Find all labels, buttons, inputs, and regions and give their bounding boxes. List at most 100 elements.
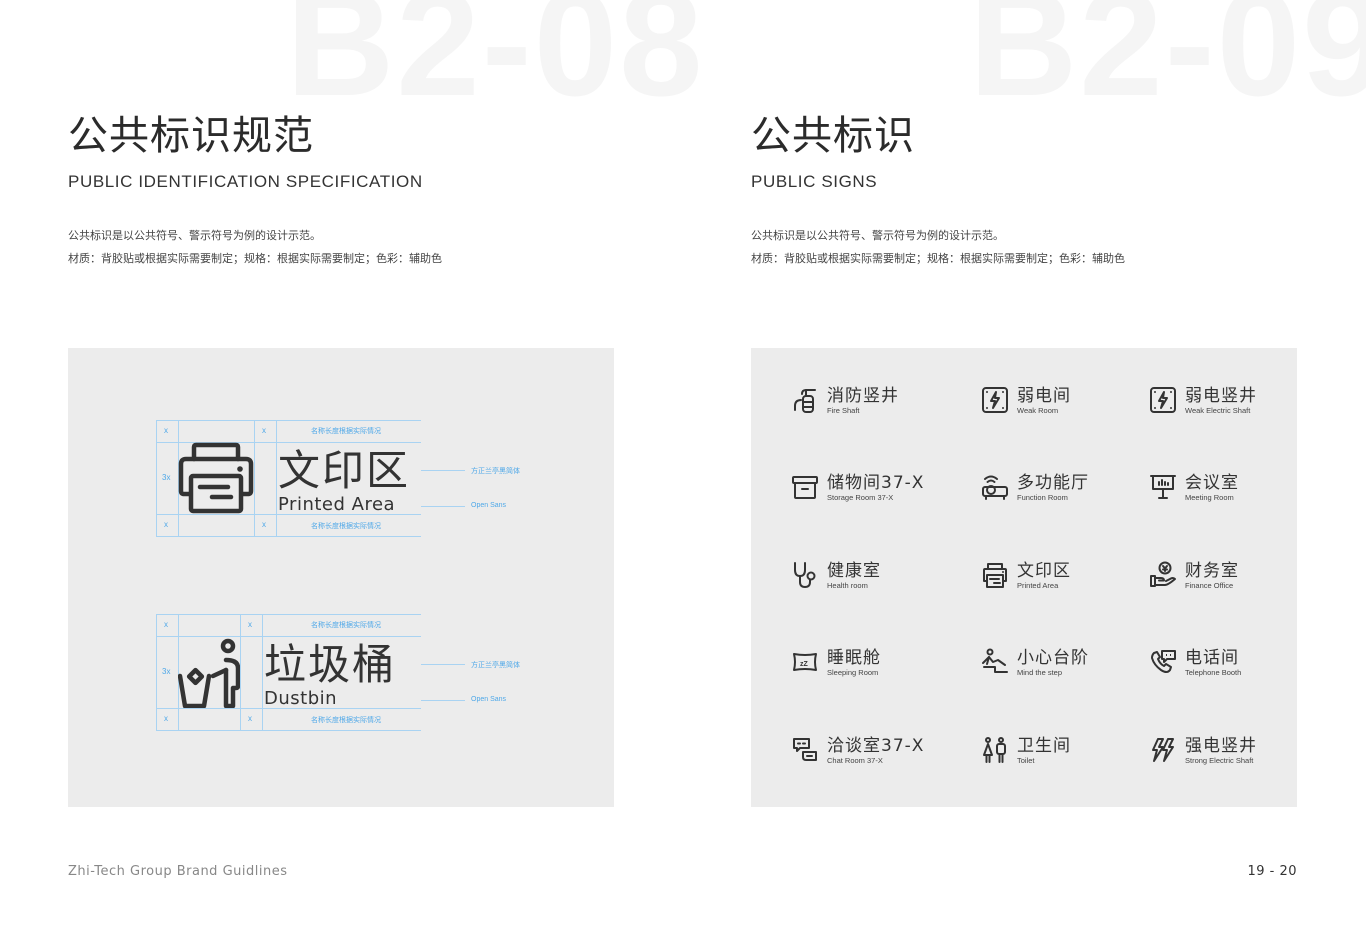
sign-fire-shaft: 消防竖井 Fire Shaft — [791, 382, 899, 418]
section-code-watermark: B2-08 — [286, 0, 705, 127]
page-title-en: PUBLIC SIGNS — [751, 172, 878, 191]
sign-name-en: Meeting Room — [1185, 492, 1234, 502]
chat-bubbles-icon — [793, 738, 817, 761]
sign-name-cn: 文印区 — [1017, 560, 1071, 581]
page-description: 公共标识是以公共符号、警示符号为例的设计示范。 材质：背胶贴或根据实际需要制定；… — [68, 224, 442, 270]
unit-label: x — [164, 426, 168, 435]
unit-label: x — [262, 426, 266, 435]
pointer-line — [421, 664, 465, 665]
font-note-cn: 方正兰亭黑简体 — [471, 661, 520, 669]
guide-line — [240, 614, 241, 731]
sign-name-en: Storage Room 37-X — [827, 492, 894, 502]
sign-name-cn: 文印区 — [278, 446, 411, 495]
guide-line — [156, 420, 421, 421]
description-line: 材质：背胶贴或根据实际需要制定；规格：根据实际需要制定；色彩：辅助色 — [68, 252, 442, 265]
sign-name-en: Dustbin — [264, 688, 338, 709]
guide-line — [156, 420, 157, 537]
sign-name-en: Sleeping Room — [827, 667, 879, 677]
guide-line — [156, 730, 421, 731]
money-hand-icon — [1150, 561, 1176, 587]
signs-grid: 消防竖井 Fire Shaft 弱电间 Weak Room 弱电竖井 Weak … — [751, 348, 1297, 807]
printer-icon — [178, 442, 254, 514]
weak-electric-icon — [982, 387, 1008, 413]
sign-name-cn: 弱电间 — [1017, 385, 1071, 406]
sign-name-en: Health room — [827, 580, 868, 590]
sign-telephone-booth: 电话间 Telephone Booth — [1149, 644, 1241, 680]
sign-sleeping-room: zZ 睡眠舱 Sleeping Room — [791, 644, 881, 680]
sign-name-en: Toilet — [1017, 755, 1035, 765]
sign-name-en: Weak Electric Shaft — [1185, 405, 1251, 415]
height-label: 3x — [162, 667, 171, 676]
sign-name-en: Strong Electric Shaft — [1185, 755, 1254, 765]
sign-name-cn: 健康室 — [827, 560, 881, 581]
length-note: 名称长度根据实际情况 — [311, 716, 381, 724]
page-title-cn: 公共标识规范 — [68, 113, 314, 159]
sign-meeting-room: 会议室 Meeting Room — [1149, 469, 1239, 505]
left-page: B2-08 公共标识规范 PUBLIC IDENTIFICATION SPECI… — [0, 0, 703, 927]
unit-label: x — [164, 620, 168, 629]
sign-name-cn: 会议室 — [1185, 472, 1239, 493]
length-note: 名称长度根据实际情况 — [311, 522, 381, 530]
sign-mind-the-step: 小心台阶 Mind the step — [981, 644, 1089, 680]
description-line: 材质：背胶贴或根据实际需要制定；规格：根据实际需要制定；色彩：辅助色 — [751, 252, 1125, 265]
sign-name-cn: 储物间37-X — [827, 472, 925, 493]
sign-name-cn: 垃圾桶 — [264, 640, 397, 689]
sign-name-cn: 消防竖井 — [827, 385, 899, 406]
description-line: 公共标识是以公共符号、警示符号为例的设计示范。 — [68, 229, 321, 242]
stethoscope-icon — [794, 562, 816, 588]
pointer-line — [421, 470, 465, 471]
pointer-line — [421, 700, 465, 701]
projector-icon — [982, 475, 1008, 500]
unit-label: x — [248, 714, 252, 723]
page-title-en: PUBLIC IDENTIFICATION SPECIFICATION — [68, 172, 423, 191]
section-code-watermark: B2-09 — [969, 0, 1366, 127]
sign-name-en: Chat Room 37-X — [827, 755, 883, 765]
unit-label: x — [262, 520, 266, 529]
spec-panel: x x x x 3x 名称长度根据实际情况 名称长度根据实际情况 文印区 Pri… — [68, 348, 614, 807]
height-label: 3x — [162, 473, 171, 482]
unit-label: x — [164, 520, 168, 529]
sign-name-en: Finance Office — [1185, 580, 1234, 590]
sign-name-cn: 强电竖井 — [1185, 735, 1257, 756]
spec-diagram-printed-area: x x x x 3x 名称长度根据实际情况 名称长度根据实际情况 文印区 Pri… — [156, 420, 520, 538]
weak-electric-icon — [1150, 387, 1176, 413]
sign-printed-area: 文印区 Printed Area — [981, 557, 1071, 593]
guide-line — [254, 420, 255, 537]
sign-name-cn: 财务室 — [1185, 560, 1239, 581]
pointer-line — [421, 506, 465, 507]
dustbin-icon — [178, 638, 240, 708]
description-line: 公共标识是以公共符号、警示符号为例的设计示范。 — [751, 229, 1004, 242]
unit-label: x — [248, 620, 252, 629]
strong-electric-icon — [1152, 738, 1174, 762]
sign-name-cn: 多功能厅 — [1017, 472, 1089, 493]
sleep-pillow-icon: zZ — [793, 653, 817, 671]
sign-health-room: 健康室 Health room — [791, 557, 881, 593]
sign-name-cn: 洽谈室37-X — [827, 735, 925, 756]
sign-toilet: 卫生间 Toilet — [981, 732, 1071, 768]
guide-line — [156, 614, 157, 731]
printer-icon — [983, 563, 1007, 588]
unit-label: x — [164, 714, 168, 723]
footer-brand: Zhi-Tech Group Brand Guidlines — [68, 864, 288, 879]
svg-text:zZ: zZ — [800, 661, 809, 668]
presentation-board-icon — [1150, 475, 1176, 499]
guide-line — [276, 420, 277, 537]
sign-storage-room: 储物间37-X Storage Room 37-X — [791, 469, 924, 505]
right-page: B2-09 公共标识 PUBLIC SIGNS 公共标识是以公共符号、警示符号为… — [683, 0, 1366, 927]
toilet-people-icon — [983, 737, 1006, 763]
storage-box-icon — [792, 476, 818, 499]
telephone-chat-icon — [1151, 650, 1176, 673]
font-note-cn: 方正兰亭黑简体 — [471, 467, 520, 475]
length-note: 名称长度根据实际情况 — [311, 621, 381, 629]
page-numbers: 19 - 20 — [1247, 864, 1297, 879]
sign-weak-electric-shaft: 弱电竖井 Weak Electric Shaft — [1149, 382, 1257, 418]
page-description: 公共标识是以公共符号、警示符号为例的设计示范。 材质：背胶贴或根据实际需要制定；… — [751, 224, 1125, 270]
sign-finance-office: 财务室 Finance Office — [1149, 557, 1239, 593]
sign-chat-room: 洽谈室37-X Chat Room 37-X — [791, 732, 924, 768]
sign-function-room: 多功能厅 Function Room — [981, 469, 1089, 505]
length-note: 名称长度根据实际情况 — [311, 427, 381, 435]
sign-name-cn: 弱电竖井 — [1185, 385, 1257, 406]
step-caution-icon — [982, 648, 1008, 673]
sign-name-en: Printed Area — [278, 494, 396, 515]
sign-strong-electric-shaft: 强电竖井 Strong Electric Shaft — [1149, 732, 1257, 768]
